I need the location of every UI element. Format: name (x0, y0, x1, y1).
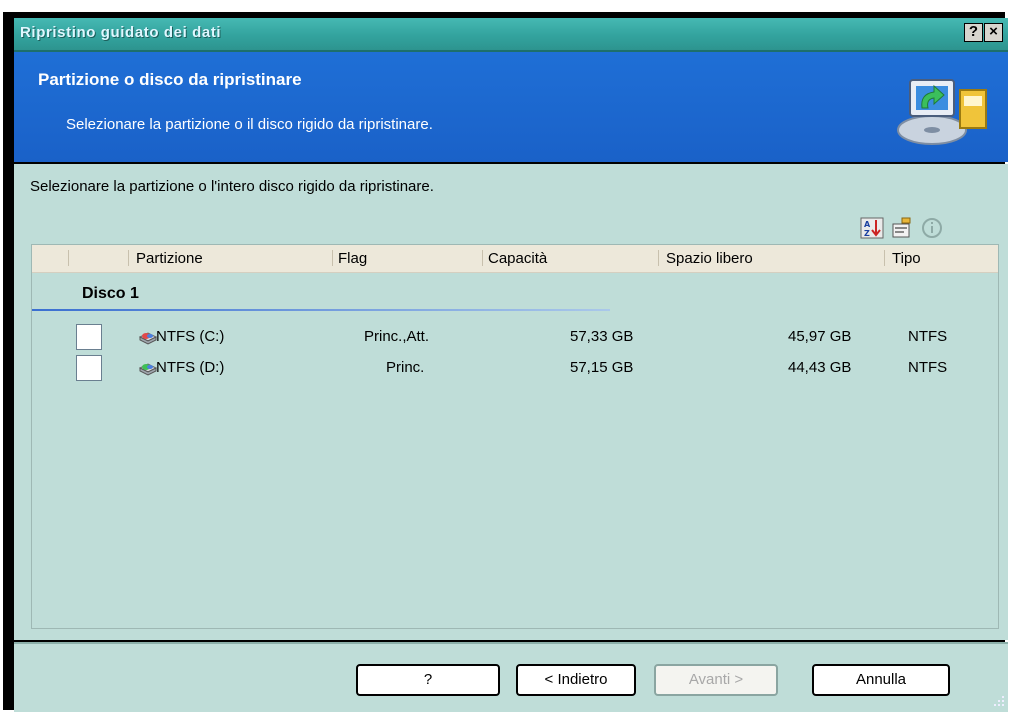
column-separator (658, 250, 659, 266)
partition-drive-icon (138, 332, 158, 345)
partition-capacity: 57,33 GB (570, 328, 634, 345)
partition-row[interactable]: NTFS (D:) Princ. 57,15 GB 44,43 GB NTFS (32, 355, 998, 385)
partition-drive-icon (138, 363, 158, 376)
partition-name: NTFS (D:) (156, 359, 225, 376)
disk-group-title: Disco 1 (82, 285, 139, 302)
column-separator (128, 250, 129, 266)
column-separator (68, 250, 69, 266)
partition-type: NTFS (908, 328, 948, 345)
help-title-button[interactable]: ? (964, 23, 983, 42)
title-bar[interactable]: Ripristino guidato dei dati ? × (14, 18, 1008, 52)
help-button[interactable]: ? (356, 664, 500, 696)
wizard-footer: ? < Indietro Avanti > Annulla (14, 642, 1008, 712)
back-button[interactable]: < Indietro (516, 664, 636, 696)
column-header-capacity[interactable]: Capacità (488, 250, 547, 267)
group-divider (32, 309, 610, 311)
page-subtitle: Selezionare la partizione o il disco rig… (66, 116, 433, 133)
column-separator (884, 250, 885, 266)
partition-checkbox[interactable] (76, 355, 102, 381)
sort-icon[interactable]: A Z (860, 216, 884, 240)
partition-free-space: 45,97 GB (788, 328, 852, 345)
partition-name: NTFS (C:) (156, 328, 225, 345)
window-title: Ripristino guidato dei dati (20, 24, 222, 41)
wizard-content: Selezionare la partizione o l'intero dis… (14, 164, 1008, 640)
properties-icon[interactable] (890, 216, 914, 240)
info-icon[interactable] (920, 216, 944, 240)
column-header-free-space[interactable]: Spazio libero (666, 250, 753, 267)
svg-text:A: A (864, 220, 871, 229)
column-separator (482, 250, 483, 266)
svg-text:Z: Z (864, 229, 870, 238)
partition-free-space: 44,43 GB (788, 359, 852, 376)
page-title: Partizione o disco da ripristinare (38, 70, 302, 89)
column-separator (332, 250, 333, 266)
cancel-button[interactable]: Annulla (812, 664, 950, 696)
list-header: Partizione Flag Capacità Spazio libero T… (32, 245, 998, 273)
column-header-partition[interactable]: Partizione (136, 250, 203, 267)
partition-flag: Princ. (386, 359, 425, 376)
next-button[interactable]: Avanti > (654, 664, 778, 696)
partition-flag: Princ.,Att. (364, 328, 430, 345)
partition-checkbox[interactable] (76, 324, 102, 350)
column-header-type[interactable]: Tipo (892, 250, 921, 267)
restore-disk-icon (897, 79, 987, 145)
partition-type: NTFS (908, 359, 948, 376)
partition-list[interactable]: Partizione Flag Capacità Spazio libero T… (31, 244, 999, 629)
wizard-header: Partizione o disco da ripristinare Selez… (14, 52, 1008, 162)
close-button[interactable]: × (984, 23, 1003, 42)
column-header-flag[interactable]: Flag (338, 250, 367, 267)
partition-capacity: 57,15 GB (570, 359, 634, 376)
partition-row[interactable]: NTFS (C:) Princ.,Att. 57,33 GB 45,97 GB … (32, 324, 998, 354)
resize-grip-icon[interactable] (992, 694, 1006, 708)
instruction-text: Selezionare la partizione o l'intero dis… (30, 178, 434, 195)
